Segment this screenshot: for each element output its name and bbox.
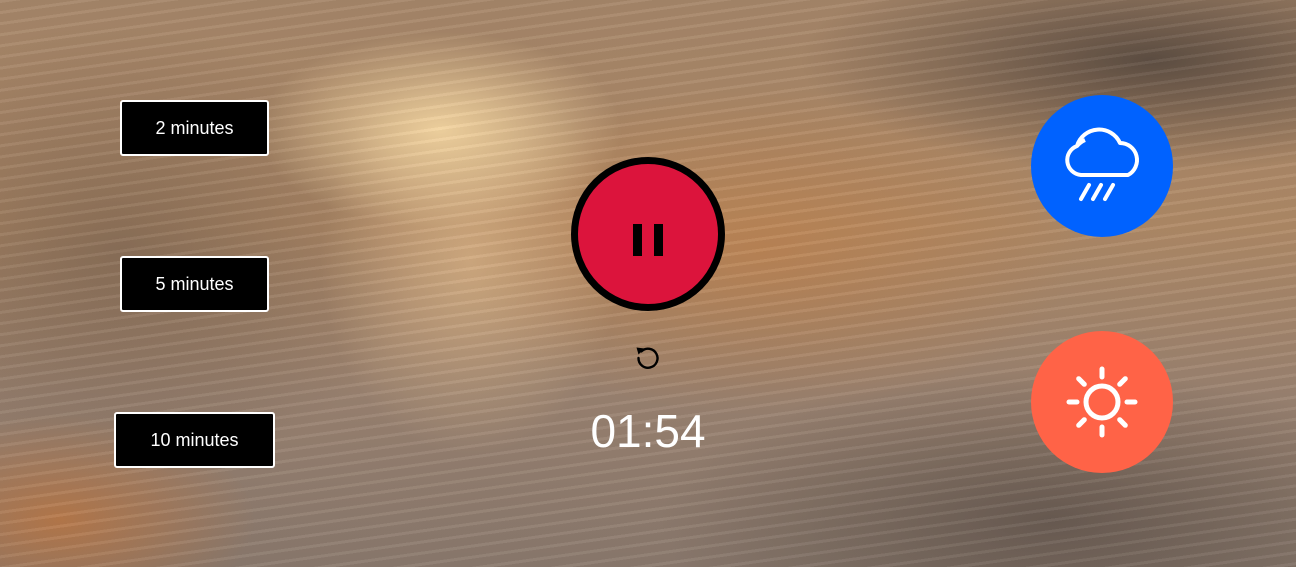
reset-button[interactable] (633, 343, 663, 373)
five-minutes-button[interactable]: 5 minutes (120, 256, 269, 312)
two-minutes-button[interactable]: 2 minutes (120, 100, 269, 156)
ten-minutes-button[interactable]: 10 minutes (114, 412, 275, 468)
pause-icon (633, 224, 663, 256)
reset-icon (636, 347, 659, 369)
timer-display: 01:54 (590, 405, 706, 457)
sun-sound-button[interactable] (1031, 331, 1173, 473)
play-pause-button[interactable] (571, 157, 725, 311)
sun-icon (1066, 366, 1138, 438)
cloud-rain-icon (1065, 127, 1139, 201)
rain-sound-button[interactable] (1031, 95, 1173, 237)
